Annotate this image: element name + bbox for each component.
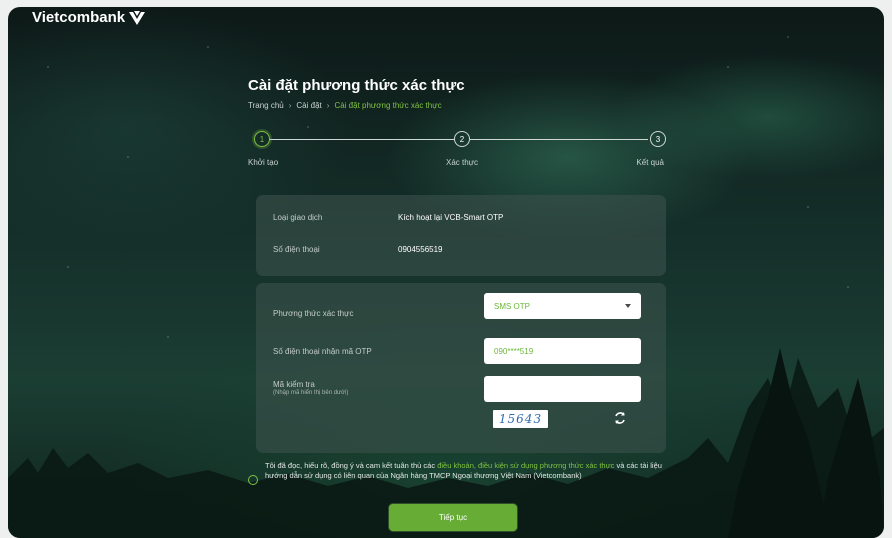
breadcrumb-separator-icon: › (326, 101, 330, 110)
chevron-down-icon (625, 304, 631, 308)
brand-name: Vietcombank (32, 9, 126, 26)
captcha-hint: (Nhập mã hiển thị bên dưới) (273, 390, 349, 396)
breadcrumb: Trang chủ › Cài đặt › Cài đặt phương thứ… (248, 101, 442, 110)
step-connector (269, 139, 455, 140)
step-connector (470, 139, 648, 140)
transaction-type-value: Kích hoạt lại VCB-Smart OTP (398, 213, 504, 222)
step-1-indicator: 1 (254, 131, 270, 147)
transaction-type-label: Loại giao dịch (273, 213, 323, 222)
refresh-icon[interactable] (613, 411, 627, 425)
terms-text: Tôi đã đọc, hiểu rõ, đồng ý và cam kết t… (265, 461, 665, 481)
captcha-label: Mã kiểm tra (Nhập mã hiển thị bên dưới) (273, 380, 348, 396)
vietcombank-logo[interactable]: Vietcombank (32, 9, 146, 26)
step-3-label: Kết quả (636, 158, 664, 167)
otp-phone-field[interactable]: 090****519 (484, 338, 641, 364)
step-1-label: Khởi tạo (248, 158, 279, 167)
otp-phone-label: Số điện thoại nhận mã OTP (273, 347, 372, 356)
captcha-input[interactable] (484, 376, 641, 402)
breadcrumb-current: Cài đặt phương thức xác thực (334, 101, 442, 110)
breadcrumb-settings[interactable]: Cài đặt (296, 101, 321, 110)
step-2-indicator: 2 (454, 131, 470, 147)
breadcrumb-separator-icon: › (288, 101, 292, 110)
method-select-value: SMS OTP (494, 301, 531, 311)
step-2-label: Xác thực (446, 158, 479, 167)
terms-radio[interactable] (248, 475, 258, 485)
step-3-indicator: 3 (650, 131, 666, 147)
method-label: Phương thức xác thực (273, 309, 354, 318)
vcb-logo-icon (129, 10, 146, 25)
terms-text-before: Tôi đã đọc, hiểu rõ, đồng ý và cam kết t… (265, 461, 438, 470)
terms-agreement: Tôi đã đọc, hiểu rõ, đồng ý và cam kết t… (248, 461, 662, 493)
transaction-summary-card (256, 195, 666, 276)
continue-button[interactable]: Tiếp tục (389, 504, 517, 531)
page-title: Cài đặt phương thức xác thực (248, 77, 465, 94)
progress-stepper: 1 2 3 Khởi tạo Xác thực Kết quả (248, 126, 666, 167)
phone-value: 0904556519 (398, 245, 443, 254)
method-select[interactable]: SMS OTP (484, 293, 641, 319)
captcha-label-text: Mã kiểm tra (273, 380, 315, 389)
phone-label: Số điện thoại (273, 245, 320, 254)
terms-link[interactable]: điều khoản, điều kiện sử dụng phương thứ… (437, 461, 614, 470)
captcha-image: 15643 (493, 410, 548, 428)
breadcrumb-home[interactable]: Trang chủ (248, 101, 284, 110)
